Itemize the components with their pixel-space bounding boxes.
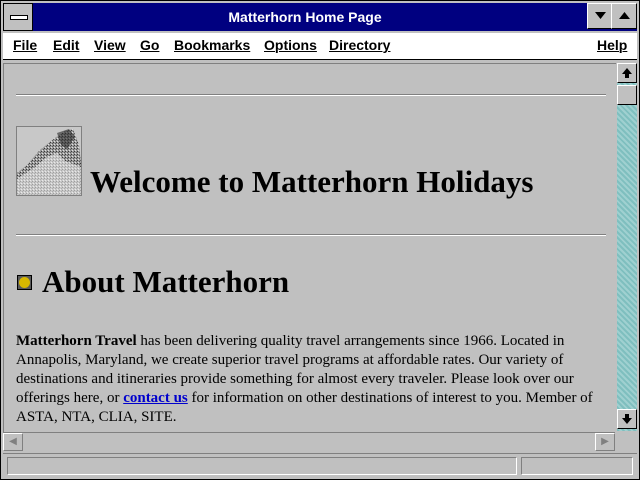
section-heading: About Matterhorn <box>42 264 290 299</box>
scroll-right-button[interactable]: ▶ <box>595 433 615 451</box>
minimize-button[interactable] <box>587 3 613 29</box>
title-bar[interactable]: Matterhorn Home Page <box>3 3 637 31</box>
menu-edit[interactable]: Edit <box>53 37 79 53</box>
menu-options[interactable]: Options <box>264 37 317 53</box>
scroll-left-button[interactable]: ◀ <box>3 433 23 451</box>
window-title: Matterhorn Home Page <box>228 9 382 25</box>
system-menu-icon[interactable] <box>3 3 33 31</box>
menu-directory[interactable]: Directory <box>329 37 390 53</box>
status-text-field <box>7 457 517 475</box>
about-paragraph: Matterhorn Travel has been delivering qu… <box>16 332 608 427</box>
menu-bookmarks[interactable]: Bookmarks <box>174 37 250 53</box>
gold-ball-bullet-icon <box>17 275 32 290</box>
horizontal-scrollbar[interactable]: ◀ ▶ <box>3 432 615 451</box>
mountain-logo-icon <box>16 126 82 196</box>
arrow-up-icon <box>622 68 632 78</box>
menu-bar: File Edit View Go Bookmarks Options Dire… <box>3 33 637 60</box>
menu-view[interactable]: View <box>94 37 126 53</box>
page-content[interactable]: Welcome to Matterhorn Holidays About Mat… <box>3 63 616 432</box>
scroll-down-button[interactable] <box>617 409 637 429</box>
vertical-scrollbar[interactable] <box>617 63 637 431</box>
menu-file[interactable]: File <box>13 37 37 53</box>
horizontal-rule <box>16 94 606 96</box>
company-name: Matterhorn Travel <box>16 333 137 349</box>
status-bar <box>3 453 637 478</box>
arrow-left-icon: ◀ <box>9 436 17 447</box>
menu-help[interactable]: Help <box>597 37 627 53</box>
arrow-right-icon: ▶ <box>601 436 609 447</box>
scrollbar-corner <box>617 432 637 450</box>
scroll-thumb[interactable] <box>617 85 637 105</box>
menu-go[interactable]: Go <box>140 37 159 53</box>
page-title: Welcome to Matterhorn Holidays <box>90 164 534 199</box>
minimize-icon <box>595 12 606 19</box>
horizontal-rule <box>16 234 606 236</box>
progress-field <box>521 457 633 475</box>
maximize-icon <box>619 12 630 19</box>
arrow-down-icon <box>622 414 632 424</box>
maximize-button[interactable] <box>611 3 637 29</box>
scroll-up-button[interactable] <box>617 63 637 83</box>
contact-us-link[interactable]: contact us <box>123 390 188 406</box>
browser-window: Matterhorn Home Page File Edit View Go B… <box>0 0 640 480</box>
